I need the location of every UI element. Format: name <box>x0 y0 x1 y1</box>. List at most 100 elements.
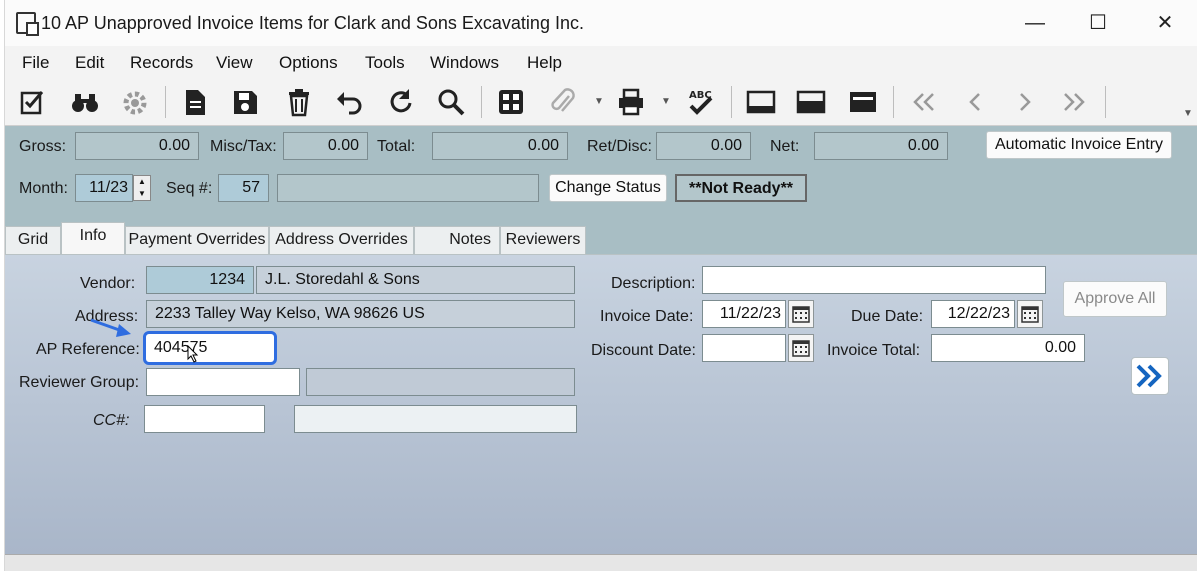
attachment-icon[interactable] <box>547 86 579 118</box>
tab-info[interactable]: Info <box>61 222 125 255</box>
status-badge: **Not Ready** <box>675 174 807 202</box>
menu-edit[interactable]: Edit <box>75 53 104 73</box>
due-date-input[interactable]: 12/22/23 <box>931 300 1015 328</box>
mouse-cursor-icon <box>187 345 199 363</box>
menu-view[interactable]: View <box>216 53 253 73</box>
menu-help[interactable]: Help <box>527 53 562 73</box>
menu-records[interactable]: Records <box>130 53 193 73</box>
menu-options[interactable]: Options <box>279 53 338 73</box>
print-icon[interactable] <box>615 86 647 118</box>
info-panel: Vendor: 1234 J.L. Storedahl & Sons Addre… <box>5 254 1197 554</box>
gross-field[interactable]: 0.00 <box>75 132 199 160</box>
seq-field[interactable]: 57 <box>218 174 269 202</box>
due-date-label: Due Date: <box>851 308 924 325</box>
menu-file[interactable]: File <box>22 53 49 73</box>
layout-top-icon[interactable] <box>847 86 879 118</box>
tab-address-overrides[interactable]: Address Overrides <box>269 226 414 254</box>
search-icon[interactable] <box>435 86 467 118</box>
ap-reference-label: AP Reference: <box>36 341 140 358</box>
seq-description-field[interactable] <box>277 174 539 202</box>
misc-tax-field[interactable]: 0.00 <box>283 132 368 160</box>
calculator-icon[interactable] <box>495 86 527 118</box>
month-spinner[interactable]: ▲ ▼ <box>133 175 151 201</box>
menu-tools[interactable]: Tools <box>365 53 405 73</box>
misc-tax-label: Misc/Tax: <box>210 138 277 155</box>
invoice-date-label: Invoice Date: <box>600 308 694 325</box>
toolbar-separator <box>893 86 894 118</box>
reviewer-group-input[interactable] <box>146 368 300 396</box>
ap-reference-input[interactable]: 404575 <box>143 331 277 365</box>
undo-icon[interactable] <box>333 86 365 118</box>
change-status-button[interactable]: Change Status <box>549 174 667 202</box>
layout-bottom-icon[interactable] <box>745 86 777 118</box>
title-bar: 10 AP Unapproved Invoice Items for Clark… <box>5 0 1197 46</box>
attachment-dropdown-icon[interactable]: ▼ <box>594 96 604 107</box>
app-icon <box>16 12 39 36</box>
discount-date-label: Discount Date: <box>591 342 696 359</box>
vendor-name-field: J.L. Storedahl & Sons <box>256 266 575 294</box>
delete-trash-icon[interactable] <box>283 86 315 118</box>
toolbar-separator <box>165 86 166 118</box>
next-record-icon[interactable] <box>1009 86 1041 118</box>
print-dropdown-icon[interactable]: ▼ <box>661 96 671 107</box>
toolbar-separator <box>481 86 482 118</box>
edit-checklist-icon[interactable] <box>17 86 49 118</box>
status-bar <box>5 554 1197 571</box>
toolbar: ▼ ▼ ABC ▼ <box>5 78 1197 126</box>
tab-strip: Grid Info Payment Overrides Address Over… <box>5 222 1197 255</box>
toolbar-separator <box>731 86 732 118</box>
layout-middle-icon[interactable] <box>795 86 827 118</box>
due-date-calendar-icon[interactable] <box>1017 300 1043 328</box>
description-input[interactable] <box>702 266 1046 294</box>
total-label: Total: <box>377 138 416 155</box>
cc-description <box>294 405 577 433</box>
prev-record-icon[interactable] <box>959 86 991 118</box>
spellcheck-icon[interactable]: ABC <box>685 86 717 118</box>
net-field[interactable]: 0.00 <box>814 132 948 160</box>
double-chevron-right-icon <box>1136 364 1162 388</box>
last-record-icon[interactable] <box>1059 86 1091 118</box>
maximize-button[interactable]: ☐ <box>1078 10 1118 36</box>
approve-all-button[interactable]: Approve All <box>1063 281 1167 317</box>
forward-button[interactable] <box>1131 357 1169 395</box>
refresh-icon[interactable] <box>385 86 417 118</box>
ret-disc-field[interactable]: 0.00 <box>656 132 751 160</box>
total-field[interactable]: 0.00 <box>432 132 568 160</box>
invoice-total-input[interactable]: 0.00 <box>931 334 1085 362</box>
tab-payment-overrides[interactable]: Payment Overrides <box>125 226 269 254</box>
automatic-invoice-entry-button[interactable]: Automatic Invoice Entry <box>986 131 1172 159</box>
close-button[interactable]: ✕ <box>1145 10 1185 36</box>
discount-date-input[interactable] <box>702 334 786 362</box>
address-field: 2233 Talley Way Kelso, WA 98626 US <box>146 300 575 328</box>
tab-reviewers[interactable]: Reviewers <box>500 226 586 254</box>
invoice-header: Gross: 0.00 Misc/Tax: 0.00 Total: 0.00 R… <box>5 126 1197 222</box>
invoice-date-input[interactable]: 11/22/23 <box>702 300 786 328</box>
seq-label: Seq #: <box>166 180 213 197</box>
tab-notes[interactable]: Notes <box>414 226 500 254</box>
description-label: Description: <box>611 275 696 292</box>
binoculars-icon[interactable] <box>69 86 101 118</box>
cc-label: CC#: <box>93 412 130 429</box>
discount-date-calendar-icon[interactable] <box>788 334 814 362</box>
month-label: Month: <box>19 180 68 197</box>
ret-disc-label: Ret/Disc: <box>587 138 652 155</box>
invoice-date-calendar-icon[interactable] <box>788 300 814 328</box>
window-title: 10 AP Unapproved Invoice Items for Clark… <box>41 13 584 33</box>
vendor-label: Vendor: <box>80 275 136 292</box>
minimize-button[interactable]: — <box>1015 10 1055 36</box>
tab-grid[interactable]: Grid <box>5 226 61 254</box>
cc-input[interactable] <box>144 405 265 433</box>
annotation-arrow-icon <box>90 318 131 337</box>
document-icon[interactable] <box>179 86 211 118</box>
first-record-icon[interactable] <box>907 86 939 118</box>
gross-label: Gross: <box>19 138 67 155</box>
vendor-id-field[interactable]: 1234 <box>146 266 254 294</box>
net-label: Net: <box>770 138 800 155</box>
month-field[interactable]: 11/23 <box>75 174 133 202</box>
toolbar-separator <box>1105 86 1106 118</box>
reviewer-group-description <box>306 368 575 396</box>
save-icon[interactable] <box>229 86 261 118</box>
toolbar-overflow-icon[interactable]: ▼ <box>1183 108 1193 119</box>
menu-windows[interactable]: Windows <box>430 53 499 73</box>
settings-gear-icon[interactable] <box>119 86 151 118</box>
